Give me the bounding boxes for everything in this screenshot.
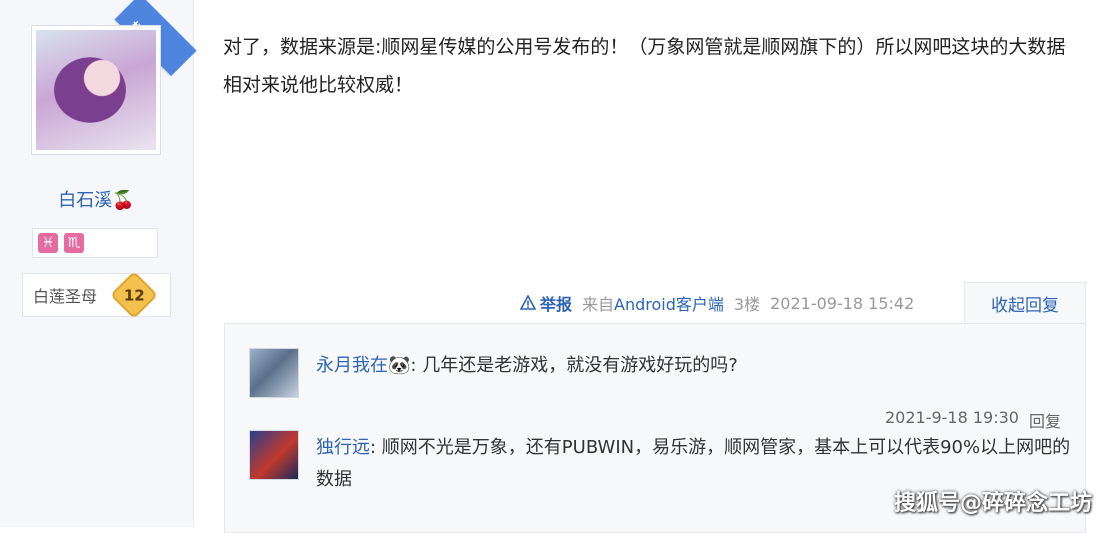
avatar-image — [36, 30, 156, 150]
avatar[interactable] — [31, 25, 161, 155]
post-source: 来自Android客户端 — [582, 295, 724, 314]
warning-icon — [520, 295, 536, 310]
username[interactable]: 白石溪🍒 — [0, 186, 193, 212]
reply-button[interactable]: 回复 — [1029, 408, 1061, 432]
post-meta: 举报 来自Android客户端 3楼 2021-09-18 15:42 — [520, 282, 965, 324]
source-app-link[interactable]: Android客户端 — [614, 295, 724, 314]
reply-avatar[interactable] — [249, 348, 299, 398]
watermark: 搜狐号@碎碎念工坊 — [893, 491, 1092, 516]
rank-title: 白莲圣母 — [33, 287, 98, 306]
reply-time: 2021-9-18 19:30 — [884, 408, 1019, 427]
reply-body: 永月我在🐼: 几年还是老游戏，就没有游戏好玩的吗? — [316, 355, 738, 376]
post-time: 2021-09-18 15:42 — [770, 293, 915, 313]
report-button[interactable]: 举报 — [520, 291, 572, 315]
collapse-replies-button[interactable]: 收起回复 — [964, 282, 1086, 324]
post-content: 对了，数据来源是:顺网星传媒的公用号发布的！（万象网管就是顺网旗下的）所以网吧这… — [223, 36, 1066, 96]
reply-text: 顺网不光是万象，还有PUBWIN，易乐游，顺网管家，基本上可以代表90%以上网吧… — [316, 437, 1071, 490]
level-badge-icon: 12 — [109, 270, 159, 320]
reply-username[interactable]: 独行远 — [316, 437, 370, 458]
reply-avatar[interactable] — [249, 430, 299, 480]
user-rank[interactable]: 白莲圣母 12 — [22, 270, 171, 320]
floor-number: 3楼 — [733, 295, 761, 314]
reply-footer: 2021-9-18 19:30 回复 — [885, 408, 1061, 432]
reply-text: 几年还是老游戏，就没有游戏好玩的吗? — [416, 355, 738, 376]
zodiac-badges: ♓ ♏ — [32, 228, 158, 258]
scorpio-icon: ♏ — [64, 233, 84, 253]
reply-username[interactable]: 永月我在🐼 — [316, 355, 410, 376]
author-sidebar: 楼主 白石溪🍒 ♓ ♏ 白莲圣母 12 — [0, 0, 197, 527]
pisces-icon: ♓ — [38, 233, 58, 253]
